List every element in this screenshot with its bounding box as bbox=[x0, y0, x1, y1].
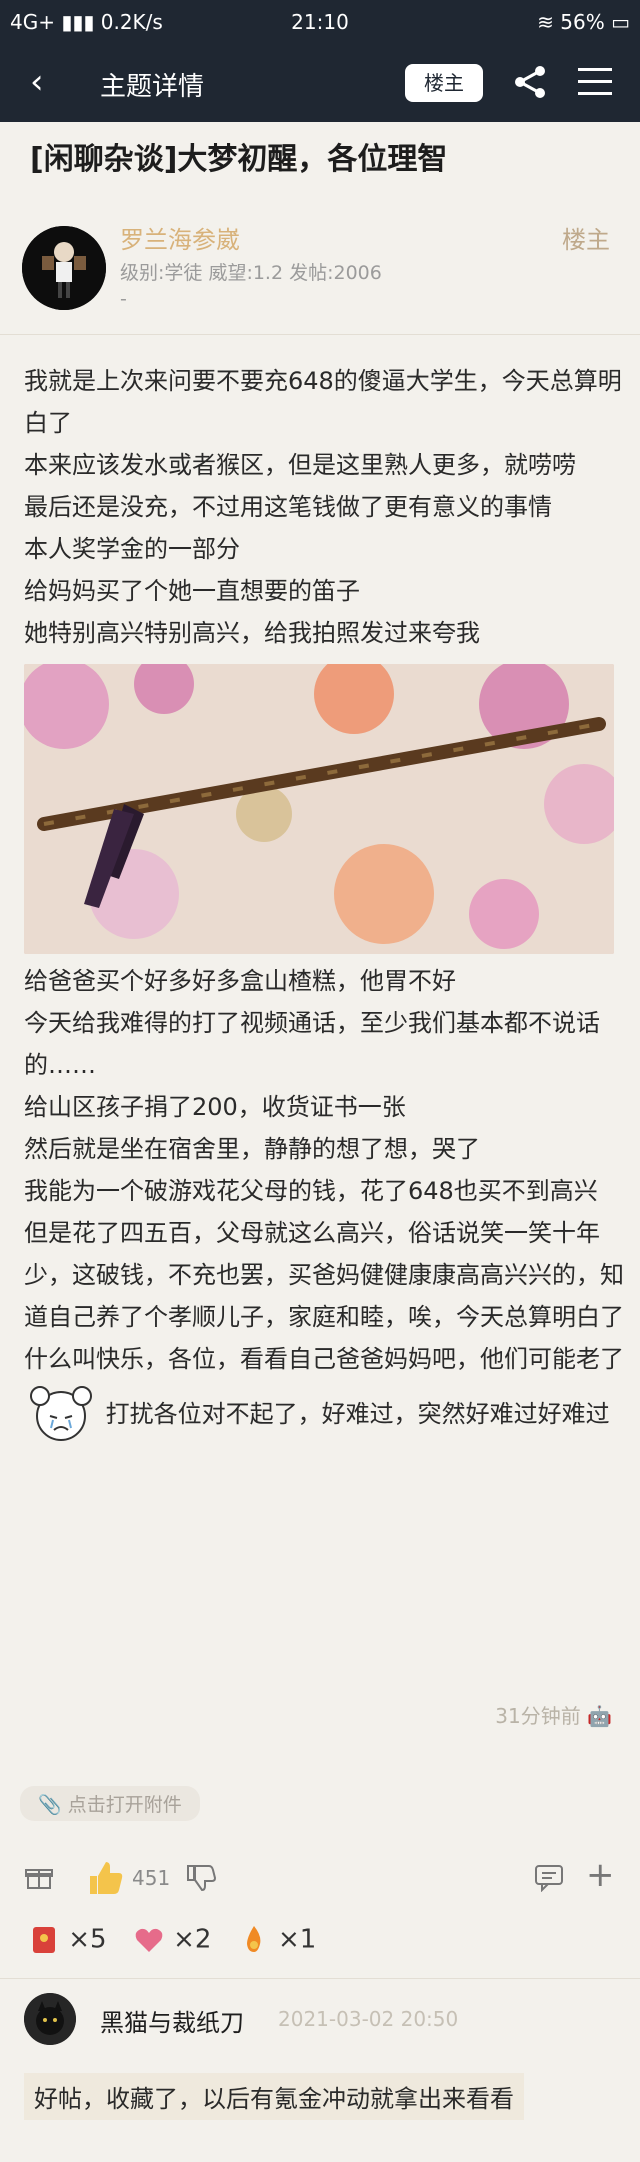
reply-time: 2021-03-02 20:50 bbox=[278, 2007, 459, 2031]
avatar-figure-icon bbox=[22, 226, 106, 310]
post-paragraph: 给山区孩子捐了200，收货证书一张 bbox=[24, 1093, 406, 1121]
wifi-icon: ≋ bbox=[537, 10, 554, 34]
battery-percent: 56% bbox=[560, 10, 605, 34]
gift-item: ×5 bbox=[28, 1924, 107, 1956]
battery-icon: ▭ bbox=[611, 10, 630, 34]
post-paragraph: 本来应该发水或者猴区，但是这里熟人更多，就唠唠 bbox=[24, 451, 576, 479]
post-paragraph: 给爸爸买个好多好多盒山楂糕，他胃不好 bbox=[24, 967, 456, 995]
app-bar: ‹ 主题详情 楼主 bbox=[0, 44, 640, 122]
author-signature: - bbox=[120, 288, 127, 310]
author-header: 罗兰海参崴 级别:学徒 威望:1.2 发帖:2006 - 楼主 bbox=[0, 192, 640, 335]
op-label: 楼主 bbox=[562, 226, 610, 254]
gift-count: ×2 bbox=[173, 1924, 212, 1955]
author-name[interactable]: 罗兰海参崴 bbox=[120, 220, 240, 255]
gift-summary: ×5 ×2 ×1 bbox=[28, 1924, 334, 1956]
post-paragraph: 但是花了四五百，父母就这么高兴，俗话说笑一笑十年少，这破钱，不充也罢，买爸妈健健… bbox=[24, 1219, 624, 1331]
status-bar: 4G+ ▮▮▮ 0.2K/s 21:10 ≋ 56% ▭ bbox=[0, 0, 640, 44]
post-paragraph: 然后就是坐在宿舍里，静静的想了想，哭了 bbox=[24, 1135, 480, 1163]
red-envelope-gift-icon bbox=[33, 1927, 55, 1953]
thumbs-up-icon[interactable] bbox=[84, 1858, 124, 1898]
share-icon[interactable] bbox=[512, 64, 548, 100]
gift-item: ×2 bbox=[133, 1924, 212, 1956]
paperclip-icon: 📎 bbox=[38, 1794, 62, 1816]
post-paragraph: 我能为一个破游戏花父母的钱，花了648也买不到高兴 bbox=[24, 1177, 598, 1205]
attachment-button[interactable]: 📎 点击打开附件 bbox=[20, 1786, 200, 1821]
comment-icon[interactable] bbox=[534, 1864, 564, 1892]
attachment-label: 点击打开附件 bbox=[67, 1794, 182, 1816]
flute-photo-image bbox=[24, 664, 614, 954]
reply-author-name[interactable]: 黑猫与裁纸刀 bbox=[100, 2003, 244, 2038]
post-actions: 451 + bbox=[0, 1850, 640, 1910]
post-paragraph: 她特别高兴特别高兴，给我拍照发过来夸我 bbox=[24, 619, 480, 647]
post-time-row: 31分钟前 🤖 bbox=[0, 1700, 612, 1729]
thumbs-down-icon[interactable] bbox=[184, 1862, 216, 1894]
page-title: 主题详情 bbox=[100, 72, 205, 102]
author-meta: 级别:学徒 威望:1.2 发帖:2006 bbox=[120, 262, 382, 284]
author-avatar[interactable] bbox=[22, 226, 106, 310]
gift-count: ×5 bbox=[68, 1924, 107, 1955]
post-paragraph-with-emoji: 打扰各位对不起了，好难过，突然好难过好难过 bbox=[24, 1380, 624, 1450]
post-paragraph: 给妈妈买了个她一直想要的笛子 bbox=[24, 577, 360, 605]
post-paragraph: 今天给我难得的打了视频通话，至少我们基本都不说话的…… bbox=[24, 1009, 600, 1079]
back-arrow-icon[interactable]: ‹ bbox=[30, 62, 44, 102]
thread-title: [闲聊杂谈]大梦初醒，各位理智 bbox=[30, 142, 448, 177]
reply-item: 黑猫与裁纸刀 2021-03-02 20:50 好帖，收藏了，以后有氪金冲动就拿… bbox=[0, 1978, 640, 2162]
flame-gift-icon bbox=[246, 1926, 261, 1952]
gift-count: ×1 bbox=[277, 1924, 317, 1955]
post-paragraph: 打扰各位对不起了，好难过，突然好难过好难过 bbox=[105, 1400, 610, 1428]
post-time: 31分钟前 bbox=[495, 1704, 581, 1728]
post-paragraph: 什么叫快乐，各位，看看自己爸爸妈妈吧，他们可能老了 bbox=[24, 1345, 624, 1373]
gift-item: ×1 bbox=[238, 1924, 317, 1956]
post-body: 我就是上次来问要不要充648的傻逼大学生，今天总算明白了 本来应该发水或者猴区，… bbox=[24, 360, 624, 1450]
status-right: ≋ 56% ▭ bbox=[537, 10, 630, 34]
only-op-button[interactable]: 楼主 bbox=[405, 64, 483, 102]
reply-avatar-black-cat[interactable] bbox=[24, 1993, 76, 2045]
post-paragraph: 本人奖学金的一部分 bbox=[24, 535, 240, 563]
gift-icon[interactable] bbox=[24, 1862, 54, 1892]
reply-text: 好帖，收藏了，以后有氪金冲动就拿出来看看 bbox=[24, 2073, 524, 2120]
add-icon[interactable]: + bbox=[586, 1858, 615, 1892]
likes-count: 451 bbox=[132, 1866, 171, 1890]
thread-title-bar: [闲聊杂谈]大梦初醒，各位理智 bbox=[0, 122, 640, 192]
post-photo-flute[interactable] bbox=[24, 664, 614, 954]
menu-icon[interactable] bbox=[578, 68, 612, 104]
crying-girl-emoji-icon bbox=[30, 1386, 92, 1441]
post-paragraph: 我就是上次来问要不要充648的傻逼大学生，今天总算明白了 bbox=[24, 367, 622, 437]
android-icon: 🤖 bbox=[587, 1704, 612, 1728]
heart-gift-icon bbox=[135, 1928, 163, 1952]
post-paragraph: 最后还是没充，不过用这笔钱做了更有意义的事情 bbox=[24, 493, 552, 521]
